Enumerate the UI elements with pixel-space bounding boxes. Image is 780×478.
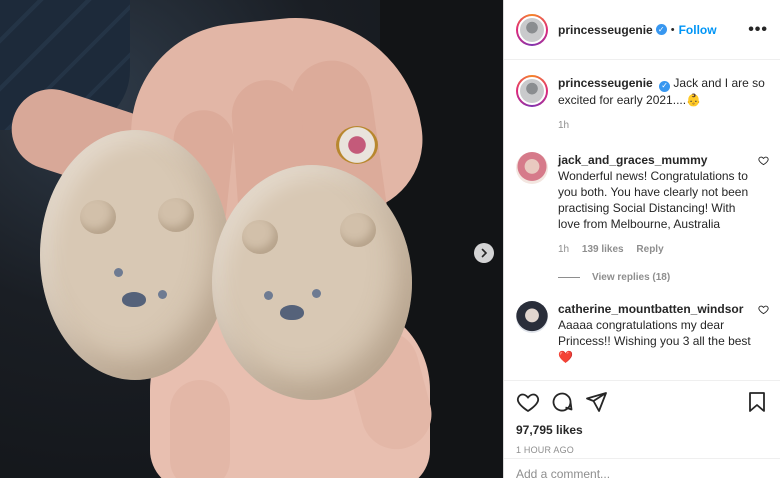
heart-icon[interactable] [758,155,769,166]
comment-likes[interactable]: 139 likes [582,244,624,255]
comment-item: catherine_mountbatten_windsor Aaaaa cong… [516,300,769,365]
comments-section[interactable]: princesseugenie ✓ Jack and I are so exci… [504,61,780,379]
caption-avatar[interactable] [516,75,548,107]
verified-badge-icon: ✓ [659,80,671,92]
verified-badge-icon: ✓ [655,24,667,35]
follow-button[interactable]: Follow [679,23,717,37]
comment-age[interactable]: 1h [558,244,569,255]
view-replies-button[interactable]: View replies (18) [558,272,769,283]
post-header: princesseugenie ✓ • Follow ••• [504,0,780,60]
bear-slipper-right [212,165,412,400]
post-actions: 97,795 likes 1 HOUR AGO [504,380,780,455]
post-username[interactable]: princesseugenie [558,23,653,37]
comment-avatar[interactable] [516,151,548,184]
engagement-ring [336,126,378,164]
comment-text: Wonderful news! Congratulations to you b… [558,168,749,231]
comment-username[interactable]: jack_and_graces_mummy [558,152,752,168]
more-options-icon[interactable]: ••• [748,21,768,39]
heart-icon[interactable] [516,390,540,414]
divider [558,276,580,278]
comment-username[interactable]: catherine_mountbatten_windsor [558,301,752,317]
separator: • [670,23,675,36]
bookmark-icon[interactable] [745,390,769,414]
comment-avatar[interactable] [516,300,548,333]
view-replies-label: View replies (18) [592,271,671,283]
post-side-panel: princesseugenie ✓ • Follow ••• princesse… [503,0,780,478]
avatar[interactable] [516,13,548,46]
caption-username[interactable]: princesseugenie [558,76,653,90]
paper-plane-icon[interactable] [584,390,608,414]
bear-slipper-left [40,130,230,380]
reply-button[interactable]: Reply [636,244,663,255]
post-photo[interactable] [0,0,503,478]
chevron-right-icon [481,248,488,258]
photo-finger [170,380,230,478]
next-photo-button[interactable] [474,243,494,263]
caption-age[interactable]: 1h [558,120,569,131]
caption: princesseugenie ✓ Jack and I are so exci… [516,75,769,134]
comment-item: jack_and_graces_mummy Wonderful news! Co… [516,151,769,258]
post-timestamp[interactable]: 1 HOUR AGO [516,445,769,455]
like-count[interactable]: 97,795 likes [516,423,769,437]
comment-text: Aaaaa congratulations my dear Princess!!… [558,317,751,364]
add-comment-input[interactable]: Add a comment... [504,458,780,478]
heart-icon[interactable] [758,304,769,315]
comment-bubble-icon[interactable] [550,390,574,414]
